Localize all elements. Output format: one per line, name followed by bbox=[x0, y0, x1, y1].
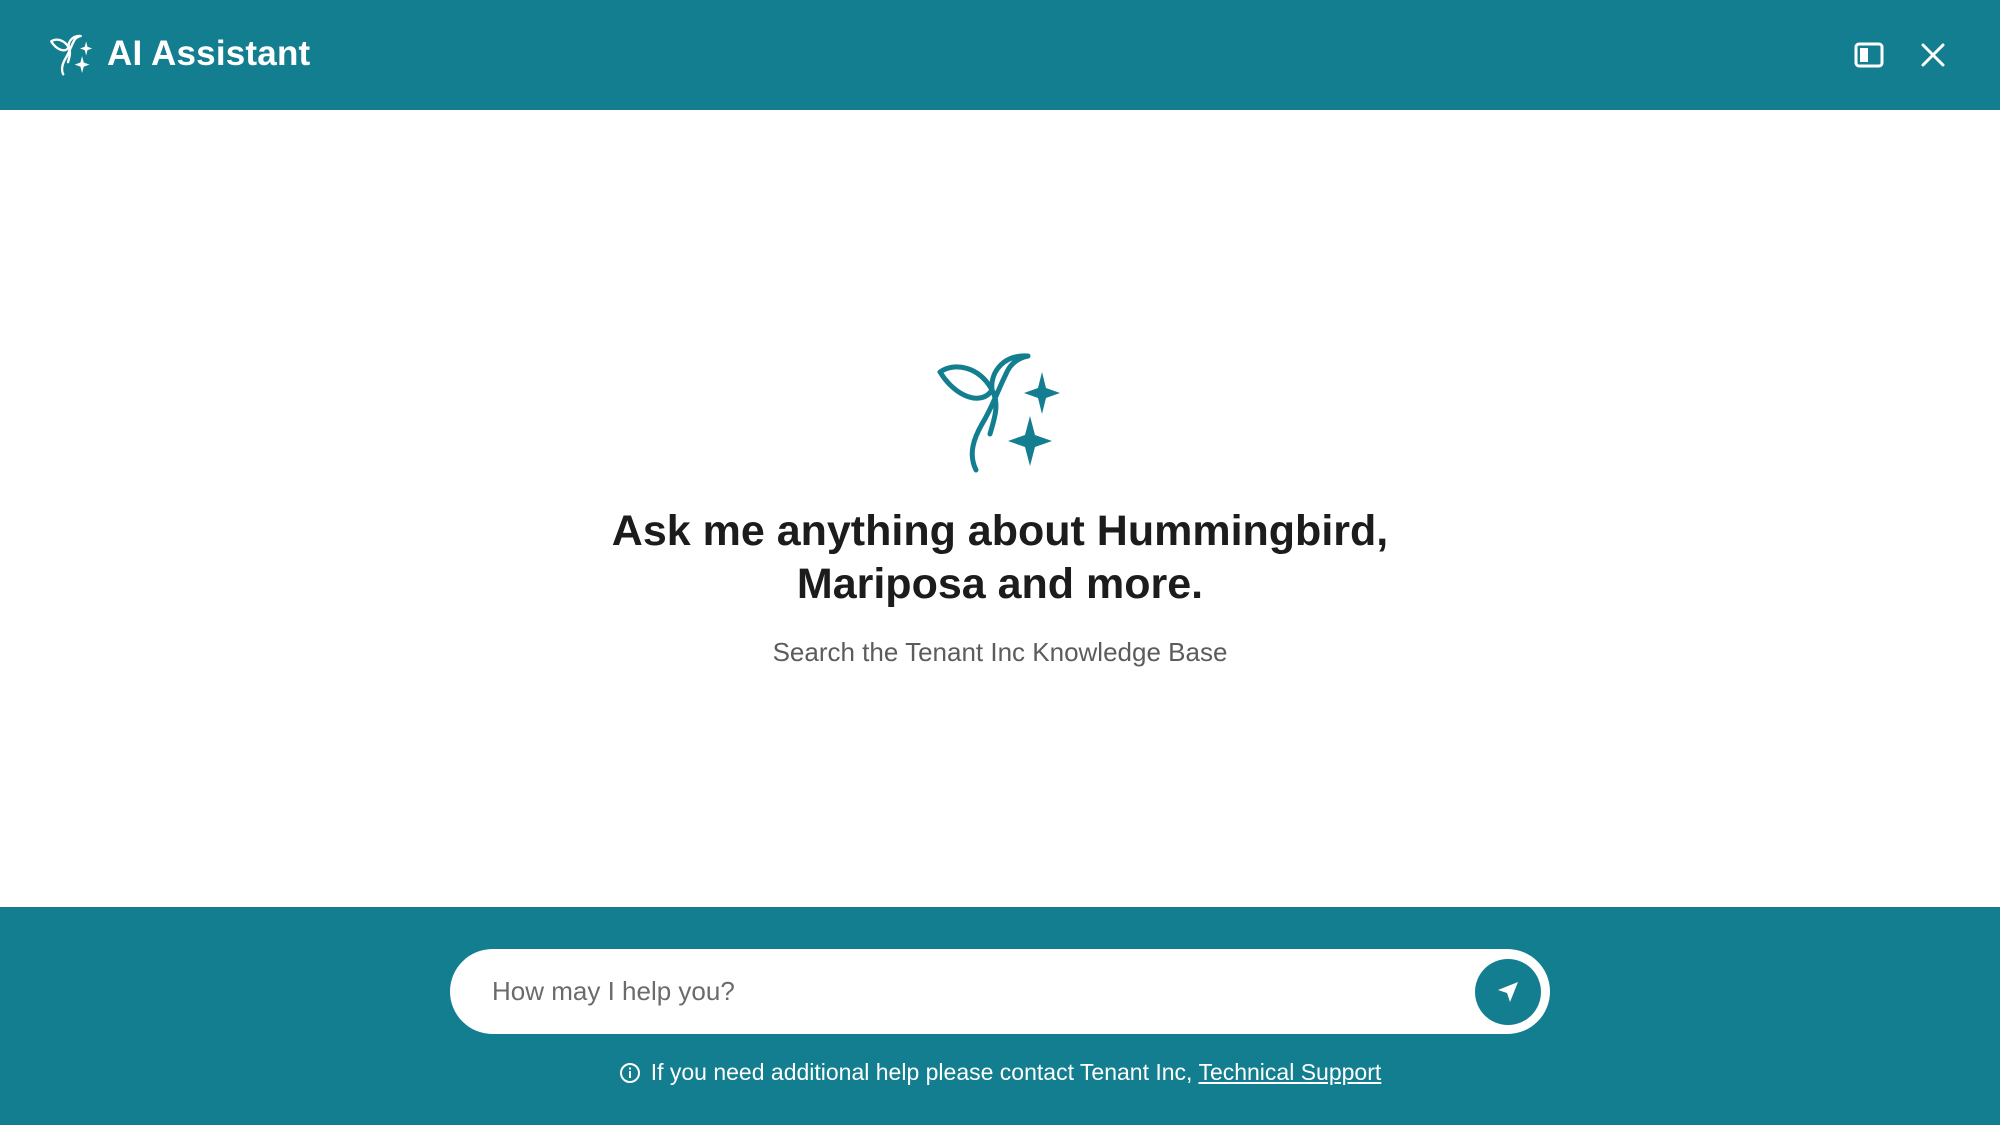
chat-input-container bbox=[450, 949, 1550, 1034]
hero-hummingbird-logo-icon bbox=[937, 353, 1060, 473]
help-notice: If you need additional help please conta… bbox=[0, 1057, 2000, 1087]
app-header: AI Assistant bbox=[0, 0, 2000, 110]
help-text: If you need additional help please conta… bbox=[650, 1059, 1199, 1085]
chat-footer: If you need additional help please conta… bbox=[0, 907, 2000, 1125]
info-icon bbox=[619, 1063, 640, 1083]
welcome-subtitle: Search the Tenant Inc Knowledge Base bbox=[772, 637, 1228, 667]
toggle-panel-button[interactable] bbox=[1852, 38, 1886, 72]
welcome-heading-line1: Ask me anything about Hummingbird, bbox=[611, 507, 1389, 555]
welcome-heading-line2: Mariposa and more. bbox=[796, 560, 1204, 608]
hummingbird-sparkle-logo-icon bbox=[50, 34, 93, 76]
chat-input[interactable] bbox=[492, 967, 1392, 1015]
welcome-heading: Ask me anything about Hummingbird, Marip… bbox=[500, 505, 1500, 611]
close-icon bbox=[1921, 43, 1945, 67]
send-button[interactable] bbox=[1475, 959, 1541, 1025]
send-icon bbox=[1498, 982, 1518, 1002]
app-title: AI Assistant bbox=[107, 34, 311, 73]
side-panel-icon bbox=[1854, 42, 1884, 68]
technical-support-link[interactable]: Technical Support bbox=[1198, 1059, 1381, 1085]
close-button[interactable] bbox=[1916, 38, 1950, 72]
